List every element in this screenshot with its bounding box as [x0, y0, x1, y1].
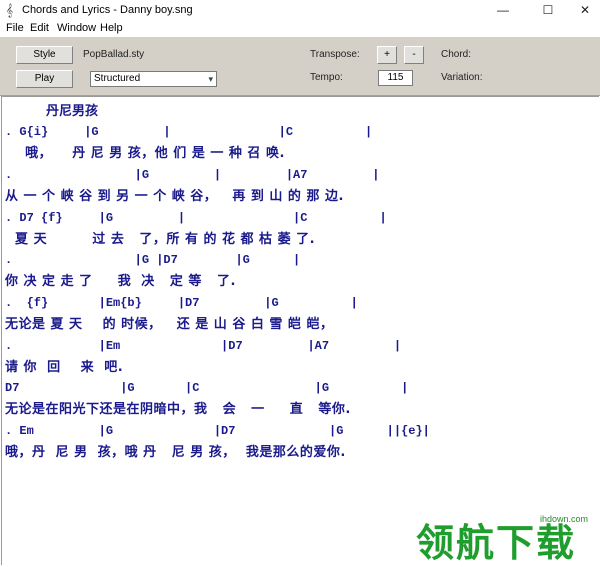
- close-button[interactable]: ✕: [570, 0, 600, 20]
- app-music-icon: 𝄞: [6, 3, 14, 17]
- menu-edit[interactable]: Edit: [30, 21, 49, 35]
- lyric-line: 你 决 定 走 了 我 决 定 等 了.: [5, 274, 236, 289]
- toolbar: Style PopBallad.sty Play Structured ▾ Tr…: [0, 37, 600, 96]
- menu-window[interactable]: Window: [57, 21, 96, 35]
- chord-line: . G{i} |G | |C |: [5, 125, 373, 139]
- transpose-minus-button[interactable]: -: [404, 46, 424, 64]
- maximize-button[interactable]: ☐: [533, 0, 563, 20]
- chord-line: . {f} |Em{b} |D7 |G |: [5, 296, 358, 310]
- lyric-line: 无论是 夏 天 的 时候， 还 是 山 谷 白 雪 皑 皑，: [5, 317, 334, 332]
- chevron-down-icon: ▾: [208, 74, 213, 84]
- title-bar: 𝄞 Chords and Lyrics - Danny boy.sng — ☐ …: [0, 0, 600, 20]
- tempo-label: Tempo:: [310, 72, 343, 83]
- mode-select-value: Structured: [94, 73, 141, 84]
- lyric-line: 从 一 个 峡 谷 到 另 一 个 峡 谷， 再 到 山 的 那 边.: [5, 189, 344, 204]
- tempo-input[interactable]: 115: [378, 70, 413, 86]
- lyric-line: 无论是在阳光下还是在阴暗中，我 会 一 直 等你.: [5, 402, 351, 417]
- watermark-url: ihdown.com: [540, 514, 589, 524]
- chord-line: . Em |G |D7 |G ||{e}|: [5, 424, 430, 438]
- style-button[interactable]: Style: [16, 46, 73, 64]
- chord-line: D7 |G |C |G |: [5, 381, 409, 395]
- lyric-line: 夏 天 过 去 了，所 有 的 花 都 枯 萎 了.: [5, 232, 316, 247]
- chord-line: . |G | |A7 |: [5, 168, 380, 182]
- chord-line: . |G |D7 |G |: [5, 253, 301, 267]
- menu-file[interactable]: File: [6, 21, 24, 35]
- lyric-line: 哦，丹 尼 男 孩，哦 丹 尼 男 孩， 我是那么的爱你.: [5, 445, 346, 460]
- lyric-line: 哦， 丹 尼 男 孩，他 们 是 一 种 召 唤.: [5, 146, 285, 161]
- menu-help[interactable]: Help: [100, 21, 123, 35]
- variation-label: Variation:: [441, 72, 483, 83]
- play-button[interactable]: Play: [16, 70, 73, 88]
- chord-line: . D7 {f} |G | |C |: [5, 211, 387, 225]
- mode-select[interactable]: Structured ▾: [90, 71, 217, 87]
- chord-line: . |Em |D7 |A7 |: [5, 339, 402, 353]
- style-file-label: PopBallad.sty: [83, 49, 145, 60]
- minimize-button[interactable]: —: [488, 0, 518, 20]
- chord-label: Chord:: [441, 49, 472, 60]
- transpose-plus-button[interactable]: +: [377, 46, 397, 64]
- transpose-label: Transpose:: [310, 49, 360, 60]
- lyric-line: 请 你 回 来 吧.: [5, 360, 124, 375]
- menu-bar: File Edit Window Help: [0, 20, 600, 37]
- window-title: Chords and Lyrics - Danny boy.sng: [22, 4, 193, 16]
- song-title: 丹尼男孩: [46, 104, 99, 119]
